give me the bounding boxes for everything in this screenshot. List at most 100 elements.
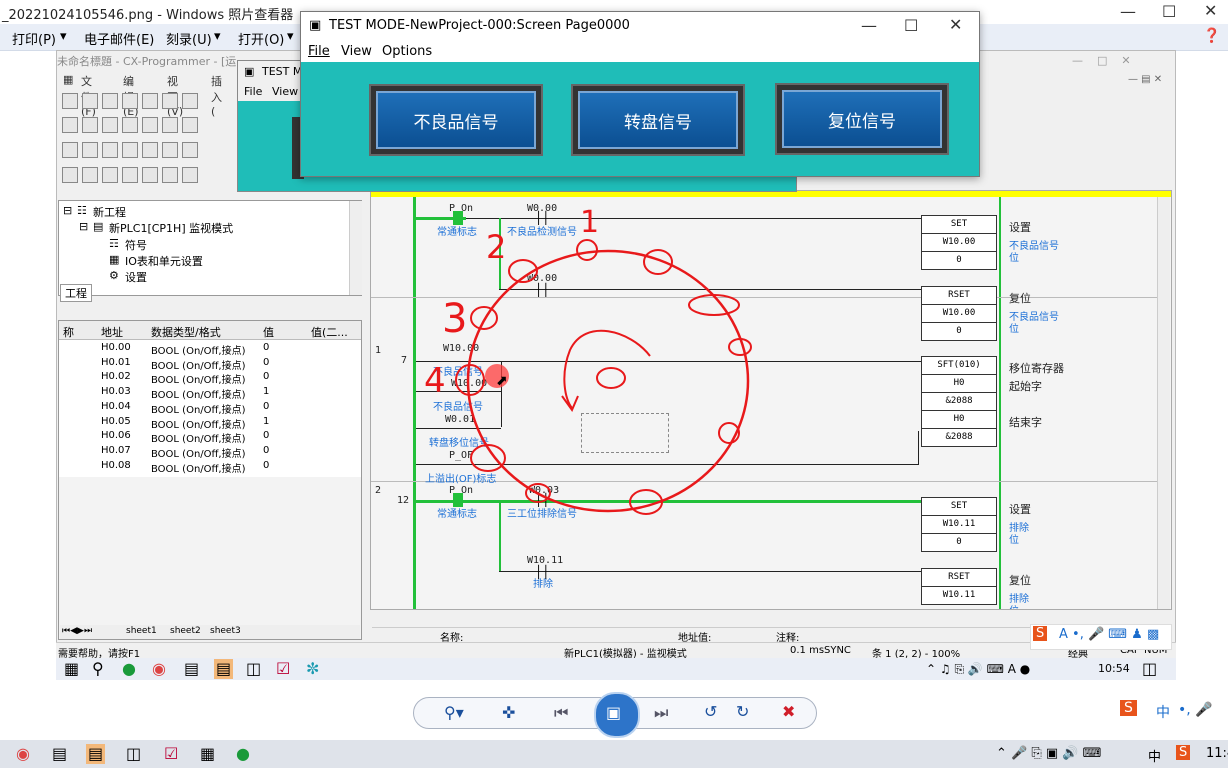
- window-icon[interactable]: [82, 142, 98, 158]
- tree-collapse-icon[interactable]: ⊟: [79, 220, 88, 233]
- tree-item-settings[interactable]: 设置: [125, 269, 147, 285]
- monitor-icon[interactable]: [142, 117, 158, 133]
- table-row[interactable]: H0.03 BOOL (On/Off,接点) 1: [59, 385, 361, 401]
- ime-toolbar[interactable]: S A •, 🎤 ⌨ ♟ ▩: [1030, 624, 1172, 650]
- tree-item-symbols[interactable]: 符号: [125, 237, 147, 253]
- tab-project[interactable]: 工程: [60, 284, 92, 302]
- zoom-out-icon[interactable]: [102, 117, 118, 133]
- col-address[interactable]: 地址: [101, 324, 123, 340]
- app-icon[interactable]: ◫: [126, 746, 141, 762]
- cut-icon[interactable]: [162, 93, 178, 109]
- table-row[interactable]: H0.06 BOOL (On/Off,接点) 0: [59, 429, 361, 445]
- ime-language[interactable]: 中: [1156, 702, 1170, 722]
- cx-window-controls[interactable]: — □ ✕: [1072, 54, 1131, 67]
- tree-item-plc[interactable]: 新PLC1[CP1H] 监视模式: [109, 220, 233, 236]
- table-row[interactable]: H0.07 BOOL (On/Off,接点) 0: [59, 444, 361, 460]
- tray-icons[interactable]: ⌃ ♫ ⎘ 🔊 ⌨ A ●: [926, 662, 1030, 677]
- menu-print[interactable]: 打印(P): [12, 29, 56, 48]
- open-icon[interactable]: [82, 93, 98, 109]
- tree-item-io[interactable]: IO表和单元设置: [125, 253, 203, 269]
- window-icon[interactable]: [142, 142, 158, 158]
- app-icon[interactable]: ☑: [164, 746, 178, 762]
- menu-open[interactable]: 打开(O): [238, 29, 284, 48]
- app-icon[interactable]: ●: [236, 746, 250, 762]
- close-icon[interactable]: ✕: [949, 15, 962, 34]
- ime-icons[interactable]: •, 🎤: [1178, 702, 1213, 718]
- tree-collapse-icon[interactable]: ⊟: [63, 204, 72, 217]
- minimize-icon[interactable]: —: [1120, 2, 1136, 21]
- contact-icon[interactable]: [102, 167, 118, 183]
- save-icon[interactable]: [102, 93, 118, 109]
- sogou-icon[interactable]: S: [1120, 700, 1137, 716]
- chrome-icon[interactable]: ◉: [152, 661, 166, 677]
- app-icon[interactable]: ◫: [246, 661, 261, 677]
- window-icon[interactable]: [102, 142, 118, 158]
- table-row[interactable]: H0.02 BOOL (On/Off,接点) 0: [59, 370, 361, 386]
- delete-icon[interactable]: ✖: [782, 704, 795, 720]
- contact-on-icon[interactable]: [453, 493, 463, 507]
- app-icon[interactable]: ▤: [214, 659, 234, 679]
- close-icon[interactable]: ✕: [1204, 1, 1217, 20]
- contact-icon[interactable]: ││: [535, 283, 549, 297]
- cx-child-controls[interactable]: — ▤ ✕: [1128, 74, 1162, 85]
- search-icon[interactable]: ⚲: [92, 661, 104, 677]
- minimize-icon[interactable]: —: [861, 16, 877, 35]
- instruction-set[interactable]: SET W10.00 0: [921, 215, 997, 270]
- back-menu-file[interactable]: File: [244, 85, 262, 98]
- col-value-bin[interactable]: 值(二...: [311, 324, 348, 340]
- previous-icon[interactable]: ⏮: [554, 705, 568, 721]
- app-icon[interactable]: ●: [122, 661, 136, 677]
- tab-sheet1[interactable]: sheet1: [126, 626, 157, 636]
- dropdown-arrow-icon[interactable]: ▾: [60, 29, 67, 44]
- list-icon[interactable]: [162, 117, 178, 133]
- tree-scrollbar[interactable]: [349, 201, 362, 295]
- contact-icon[interactable]: [82, 167, 98, 183]
- outer-ime-toolbar[interactable]: S 中 •, 🎤: [1118, 698, 1228, 726]
- contact-icon[interactable]: [162, 167, 178, 183]
- next-icon[interactable]: ⏭: [654, 705, 668, 721]
- copy-icon[interactable]: [182, 93, 198, 109]
- table-row[interactable]: H0.08 BOOL (On/Off,接点) 0: [59, 459, 361, 475]
- maximize-icon[interactable]: ☐: [904, 16, 918, 35]
- turntable-signal-button[interactable]: 转盘信号: [571, 84, 745, 156]
- menu-view[interactable]: View: [341, 44, 372, 59]
- actual-size-icon[interactable]: ✜: [502, 705, 515, 721]
- app-icon[interactable]: ▤: [52, 746, 67, 762]
- app-icon[interactable]: ▤: [184, 661, 199, 677]
- ladder-scrollbar[interactable]: [1157, 197, 1170, 609]
- print-icon[interactable]: [122, 93, 138, 109]
- app-icon[interactable]: ▤: [86, 744, 106, 764]
- app-icon[interactable]: ✼: [306, 661, 319, 677]
- preview-icon[interactable]: [142, 93, 158, 109]
- col-value[interactable]: 值: [263, 324, 274, 340]
- window-icon[interactable]: [62, 142, 78, 158]
- contact-on-icon[interactable]: [453, 211, 463, 225]
- contact-icon[interactable]: [122, 167, 138, 183]
- contact-icon[interactable]: ││: [535, 211, 549, 225]
- tray-icons[interactable]: ⌃ 🎤 ⎘ ▣ 🔊 ⌨: [996, 746, 1101, 761]
- contact-icon[interactable]: [182, 167, 198, 183]
- menu-email[interactable]: 电子邮件(E): [84, 29, 154, 48]
- maximize-icon[interactable]: ☐: [1162, 2, 1176, 21]
- instruction-rset[interactable]: RSET W10.00 0: [921, 286, 997, 341]
- table-row[interactable]: H0.00 BOOL (On/Off,接点) 0: [59, 341, 361, 357]
- window-icon[interactable]: [122, 142, 138, 158]
- sogou-icon[interactable]: S: [1176, 745, 1191, 760]
- window-icon[interactable]: [162, 142, 178, 158]
- help-icon[interactable]: ❓: [1203, 28, 1220, 44]
- instruction-sft[interactable]: SFT(010) H0 &2088 H0 &2088: [921, 356, 997, 447]
- col-type[interactable]: 数据类型/格式: [151, 324, 221, 340]
- zoom-in-icon[interactable]: [82, 117, 98, 133]
- app-icon[interactable]: ☑: [276, 661, 290, 677]
- menu-burn[interactable]: 刻录(U): [166, 29, 212, 48]
- sogou-icon[interactable]: S: [1033, 626, 1048, 641]
- contact-icon[interactable]: [62, 167, 78, 183]
- contact-icon[interactable]: ││: [535, 565, 549, 579]
- dropdown-arrow-icon[interactable]: ▾: [214, 29, 221, 44]
- contact-icon[interactable]: [142, 167, 158, 183]
- app-icon[interactable]: ▦: [200, 746, 215, 762]
- chrome-icon[interactable]: ◉: [16, 746, 30, 762]
- sheet-nav-icon[interactable]: ⏮◀▶⏭: [62, 626, 92, 636]
- instruction-set[interactable]: SET W10.11 0: [921, 497, 997, 552]
- menu-options[interactable]: Options: [382, 44, 432, 59]
